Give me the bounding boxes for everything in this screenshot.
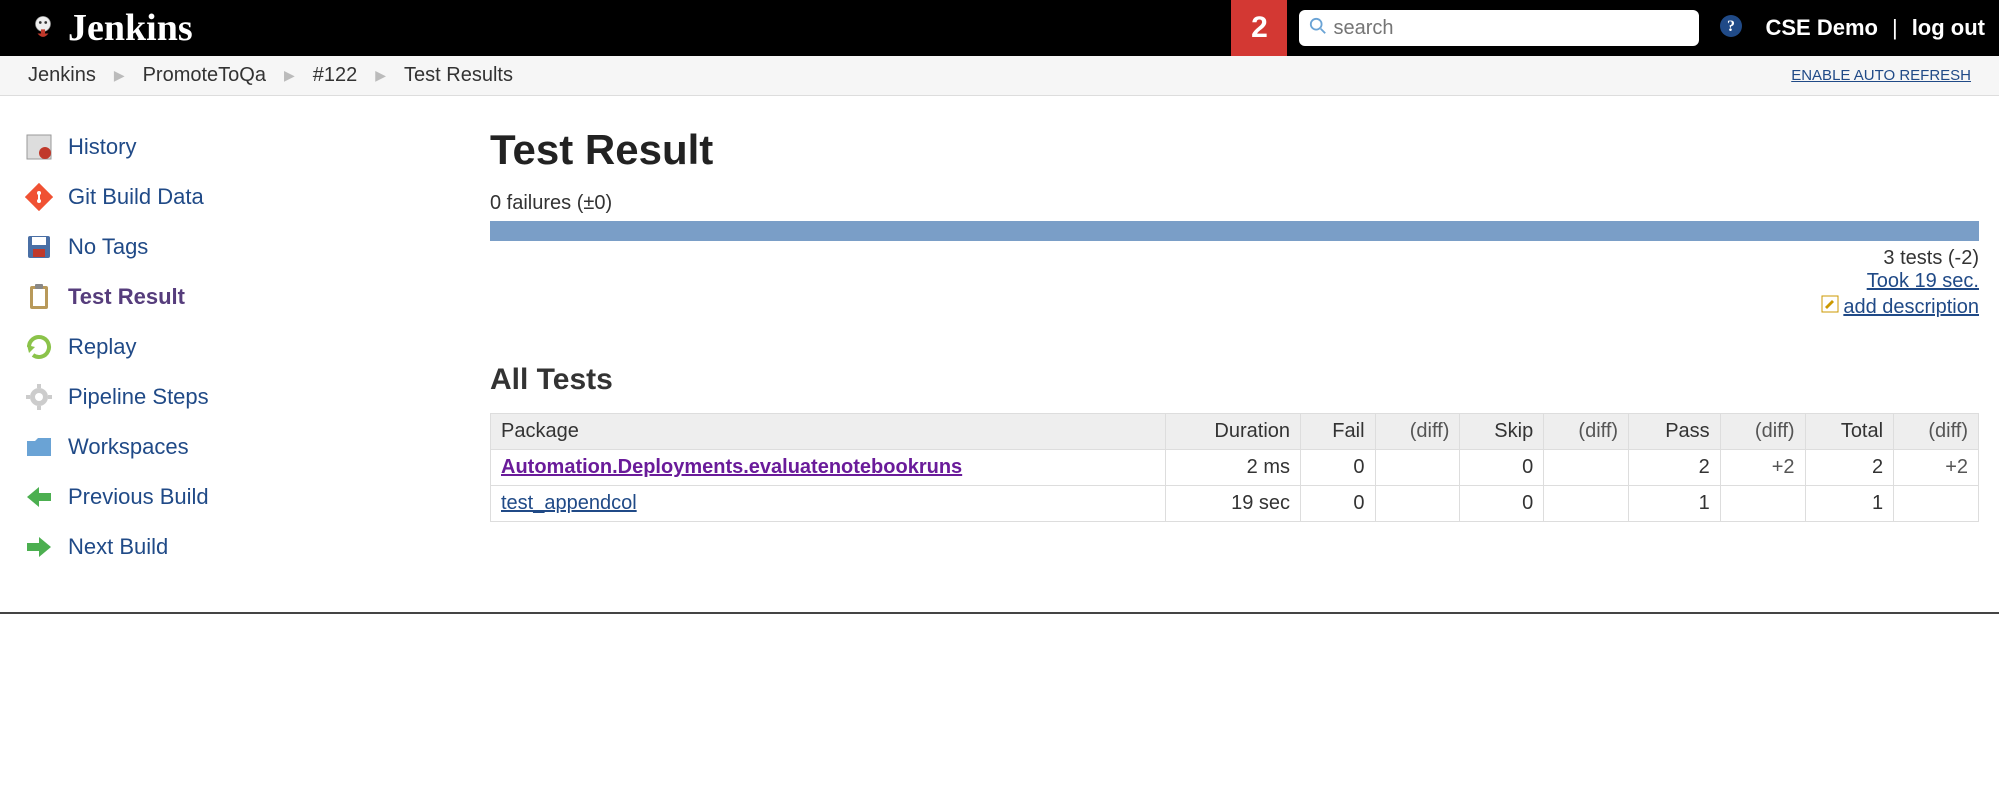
- sidebar-item-label: Pipeline Steps: [68, 384, 209, 410]
- replay-icon: [24, 332, 54, 362]
- failures-summary: 0 failures (±0): [490, 192, 1979, 215]
- sidebar-item-label: Previous Build: [68, 484, 209, 510]
- sidebar: History Git Build Data No Tags Test Resu…: [0, 96, 490, 612]
- help-icon[interactable]: ?: [1711, 14, 1751, 43]
- search-box[interactable]: [1299, 10, 1699, 46]
- user-link[interactable]: CSE Demo: [1751, 15, 1891, 41]
- sidebar-item-history[interactable]: History: [24, 122, 490, 172]
- enable-auto-refresh-link[interactable]: ENABLE AUTO REFRESH: [1791, 67, 1971, 84]
- cell-pass-diff: [1720, 486, 1805, 522]
- git-icon: [24, 182, 54, 212]
- brand-text: Jenkins: [68, 6, 193, 50]
- test-progress-bar: [490, 221, 1979, 241]
- svg-text:?: ?: [1727, 18, 1735, 35]
- main-content: Test Result 0 failures (±0) 3 tests (-2)…: [490, 96, 1999, 612]
- jenkins-logo-icon: [28, 13, 58, 43]
- cell-pass: 2: [1629, 450, 1721, 486]
- chevron-right-icon: ▶: [284, 67, 295, 84]
- table-row: test_appendcol19 sec0011: [491, 486, 1979, 522]
- jenkins-logo[interactable]: Jenkins: [0, 6, 193, 50]
- notification-badge[interactable]: 2: [1231, 0, 1287, 56]
- breadcrumb-item-page[interactable]: Test Results: [404, 64, 513, 87]
- sidebar-item-prev[interactable]: Previous Build: [24, 472, 490, 522]
- table-row: Automation.Deployments.evaluatenotebookr…: [491, 450, 1979, 486]
- cell-fail-diff: [1375, 450, 1460, 486]
- breadcrumb-item-jenkins[interactable]: Jenkins: [28, 64, 96, 87]
- logout-link[interactable]: log out: [1898, 15, 1999, 41]
- col-skip-diff[interactable]: (diff): [1544, 414, 1629, 450]
- arrow-left-icon: [24, 482, 54, 512]
- cell-pass-diff: +2: [1720, 450, 1805, 486]
- col-total[interactable]: Total: [1805, 414, 1894, 450]
- col-pass-diff[interactable]: (diff): [1720, 414, 1805, 450]
- search-icon: [1309, 17, 1327, 40]
- cell-total: 1: [1805, 486, 1894, 522]
- breadcrumb: Jenkins ▶ PromoteToQa ▶ #122 ▶ Test Resu…: [0, 56, 1999, 96]
- col-total-diff[interactable]: (diff): [1894, 414, 1979, 450]
- search-input[interactable]: [1327, 17, 1689, 40]
- cell-duration: 19 sec: [1165, 486, 1300, 522]
- sidebar-item-label: No Tags: [68, 234, 148, 260]
- sidebar-item-label: Test Result: [68, 284, 185, 310]
- notification-count: 2: [1251, 11, 1268, 45]
- sidebar-item-replay[interactable]: Replay: [24, 322, 490, 372]
- package-link[interactable]: Automation.Deployments.evaluatenotebookr…: [501, 456, 962, 478]
- cell-pass: 1: [1629, 486, 1721, 522]
- clipboard-icon: [24, 282, 54, 312]
- cell-total-diff: [1894, 486, 1979, 522]
- sidebar-item-label: Replay: [68, 334, 136, 360]
- chevron-right-icon: ▶: [114, 67, 125, 84]
- col-pass[interactable]: Pass: [1629, 414, 1721, 450]
- tests-table: Package Duration Fail (diff) Skip (diff)…: [490, 413, 1979, 522]
- sidebar-item-notags[interactable]: No Tags: [24, 222, 490, 272]
- cell-fail-diff: [1375, 486, 1460, 522]
- col-package[interactable]: Package: [491, 414, 1166, 450]
- page-title: Test Result: [490, 126, 1979, 174]
- disk-icon: [24, 232, 54, 262]
- history-icon: [24, 132, 54, 162]
- folder-icon: [24, 432, 54, 462]
- col-fail-diff[interactable]: (diff): [1375, 414, 1460, 450]
- sidebar-item-label: History: [68, 134, 136, 160]
- cell-skip: 0: [1460, 450, 1544, 486]
- cell-fail: 0: [1301, 486, 1376, 522]
- add-description-link[interactable]: add description: [1843, 296, 1979, 319]
- col-skip[interactable]: Skip: [1460, 414, 1544, 450]
- test-count-summary: 3 tests (-2): [490, 247, 1979, 270]
- gear-icon: [24, 382, 54, 412]
- header-bar: Jenkins 2 ? CSE Demo | log out: [0, 0, 1999, 56]
- cell-skip: 0: [1460, 486, 1544, 522]
- cell-duration: 2 ms: [1165, 450, 1300, 486]
- package-link[interactable]: test_appendcol: [501, 492, 637, 514]
- cell-skip-diff: [1544, 450, 1629, 486]
- edit-icon: [1821, 295, 1839, 319]
- cell-total-diff: +2: [1894, 450, 1979, 486]
- sidebar-item-next[interactable]: Next Build: [24, 522, 490, 572]
- cell-skip-diff: [1544, 486, 1629, 522]
- breadcrumb-item-project[interactable]: PromoteToQa: [143, 64, 266, 87]
- col-fail[interactable]: Fail: [1301, 414, 1376, 450]
- col-duration[interactable]: Duration: [1165, 414, 1300, 450]
- sidebar-item-workspaces[interactable]: Workspaces: [24, 422, 490, 472]
- breadcrumb-item-build[interactable]: #122: [313, 64, 358, 87]
- arrow-right-icon: [24, 532, 54, 562]
- sidebar-item-pipeline[interactable]: Pipeline Steps: [24, 372, 490, 422]
- sidebar-item-testresult[interactable]: Test Result: [24, 272, 490, 322]
- sidebar-item-git[interactable]: Git Build Data: [24, 172, 490, 222]
- sidebar-item-label: Workspaces: [68, 434, 189, 460]
- duration-link[interactable]: Took 19 sec.: [1867, 270, 1979, 292]
- sidebar-item-label: Git Build Data: [68, 184, 204, 210]
- cell-fail: 0: [1301, 450, 1376, 486]
- chevron-right-icon: ▶: [375, 67, 386, 84]
- cell-total: 2: [1805, 450, 1894, 486]
- sidebar-item-label: Next Build: [68, 534, 168, 560]
- all-tests-heading: All Tests: [490, 363, 1979, 397]
